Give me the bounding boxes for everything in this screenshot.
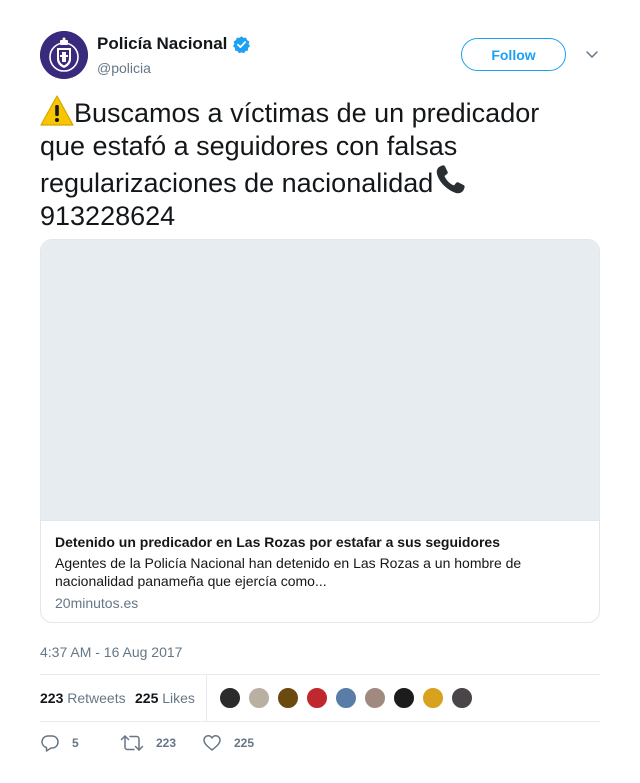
author-avatar[interactable] (40, 31, 88, 79)
card-image-placeholder[interactable] (41, 240, 599, 521)
warning-icon (40, 95, 74, 126)
tweet-text: Buscamos a víctimas de un predicador que… (40, 95, 600, 233)
liker-avatar-7[interactable] (392, 686, 416, 710)
likes-stat[interactable]: 225 Likes (135, 690, 195, 706)
liker-avatar-9[interactable] (450, 686, 474, 710)
telephone-icon (437, 165, 465, 194)
like-button[interactable]: 225 (202, 733, 254, 753)
liker-avatar-3[interactable] (276, 686, 300, 710)
tweet-line-1: Buscamos a víctimas de un predicador (40, 95, 600, 130)
tweet-stats: 223 Retweets 225 Likes (40, 674, 600, 722)
liker-avatar-8[interactable] (421, 686, 445, 710)
author-display-name[interactable]: Policía Nacional (97, 34, 251, 54)
likes-label: Likes (162, 690, 195, 706)
stats-divider (206, 675, 207, 721)
reply-count: 5 (72, 736, 79, 750)
liker-avatar-4[interactable] (305, 686, 329, 710)
tweet-header: Policía Nacional @policia Follow (40, 31, 600, 81)
retweets-stat[interactable]: 223 Retweets (40, 690, 126, 706)
chevron-down-icon[interactable] (585, 47, 599, 61)
card-description: Agentes de la Policía Nacional han deten… (55, 555, 522, 589)
card-title[interactable]: Detenido un predicador en Las Rozas por … (55, 533, 585, 551)
author-names: Policía Nacional @policia (97, 34, 251, 76)
liker-avatar-5[interactable] (334, 686, 358, 710)
link-preview-card[interactable]: Detenido un predicador en Las Rozas por … (40, 239, 600, 623)
tweet-line-2: que estafó a seguidores con falsas (40, 131, 458, 161)
retweet-button[interactable]: 223 (120, 733, 176, 753)
liker-avatar-1[interactable] (218, 686, 242, 710)
card-domain: 20minutos.es (55, 595, 139, 611)
likes-count: 225 (135, 690, 159, 706)
heart-icon (203, 735, 221, 751)
like-count: 225 (234, 736, 255, 750)
liker-avatar-2[interactable] (247, 686, 271, 710)
tweet-timestamp[interactable]: 4:37 AM - 16 Aug 2017 (40, 644, 182, 660)
police-shield-logo-icon (40, 31, 88, 79)
reply-icon (41, 735, 59, 752)
retweet-count: 223 (156, 736, 177, 750)
follow-button[interactable]: Follow (461, 38, 566, 71)
retweet-icon (120, 735, 144, 751)
liker-avatar-6[interactable] (363, 686, 387, 710)
tweet-line-4: 913228624 (40, 201, 176, 231)
author-display-name-text: Policía Nacional (97, 34, 228, 53)
retweets-count: 223 (40, 690, 64, 706)
card-body: Detenido un predicador en Las Rozas por … (41, 521, 599, 622)
verified-badge-icon (233, 35, 251, 53)
author-handle[interactable]: @policia (97, 60, 251, 76)
reply-button[interactable]: 5 (40, 733, 79, 753)
tweet-line-3: regularizaciones de nacionalidad (40, 163, 600, 200)
retweets-label: Retweets (67, 690, 126, 706)
